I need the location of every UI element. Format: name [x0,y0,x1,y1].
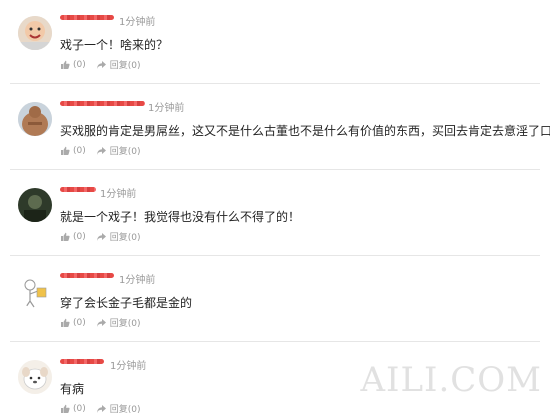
timestamp: 1分钟前 [100,189,137,200]
comment-text: 买戏服的肯定是男屌丝，这又不是什么古董也不是什么有价值的东西，买回去肯定去意淫了… [60,124,550,138]
reply-button[interactable]: 回复(0) [96,58,141,71]
avatar[interactable] [18,274,52,308]
reply-button[interactable]: 回复(0) [96,402,141,415]
divider [10,83,540,84]
like-count: (0) [73,145,86,156]
username[interactable] [60,99,145,110]
reply-label: 回复(0) [109,233,141,243]
site-watermark: AILI.COM [360,360,542,400]
timestamp: 1分钟前 [119,275,156,286]
redacted-username [60,13,114,23]
comment-actions: (0) 回复(0) [60,402,141,415]
comment-text: 戏子一个！啥来的？ [60,38,169,52]
like-count: (0) [73,59,86,70]
reply-arrow-icon [96,146,107,156]
comment-actions: (0) 回复(0) [60,58,141,71]
comment-text: 穿了会长金子毛都是金的 [60,296,193,310]
like-count: (0) [73,231,86,242]
timestamp: 1分钟前 [110,361,147,372]
username[interactable] [60,13,114,24]
redacted-username [60,271,114,281]
comment-item: 1分钟前 穿了会长金子毛都是金的 (0) 回复(0) [0,258,550,344]
thumbs-up-icon [60,318,70,328]
comment-item: 1分钟前 戏子一个！啥来的？ (0) 回复(0) [0,0,550,86]
avatar[interactable] [18,102,52,136]
reply-arrow-icon [96,318,107,328]
reply-label: 回复(0) [109,405,141,415]
reply-label: 回复(0) [109,319,141,329]
divider [10,255,540,256]
comment-item: 1分钟前 买戏服的肯定是男屌丝，这又不是什么古董也不是什么有价值的东西，买回去肯… [0,86,550,172]
reply-button[interactable]: 回复(0) [96,144,141,157]
like-count: (0) [73,317,86,328]
comment-actions: (0) 回复(0) [60,230,141,243]
like-button[interactable]: (0) [60,404,86,414]
like-count: (0) [73,403,86,414]
reply-button[interactable]: 回复(0) [96,316,141,329]
redacted-username [60,99,145,109]
comment-text: 就是一个戏子！我觉得也没有什么不得了的！ [60,210,301,224]
redacted-username [60,357,104,367]
reply-label: 回复(0) [109,61,141,71]
thumbs-up-icon [60,232,70,242]
username[interactable] [60,185,96,196]
comment-actions: (0) 回复(0) [60,316,141,329]
comment-item: 1分钟前 就是一个戏子！我觉得也没有什么不得了的！ (0) 回复(0) [0,172,550,258]
comment-text: 有病 [60,382,85,396]
thumbs-up-icon [60,404,70,414]
reply-arrow-icon [96,404,107,414]
like-button[interactable]: (0) [60,146,86,156]
avatar[interactable] [18,188,52,222]
comment-actions: (0) 回复(0) [60,144,141,157]
timestamp: 1分钟前 [148,103,185,114]
divider [10,169,540,170]
like-button[interactable]: (0) [60,232,86,242]
redacted-username [60,185,96,195]
avatar[interactable] [18,16,52,50]
thumbs-up-icon [60,146,70,156]
reply-label: 回复(0) [109,147,141,157]
like-button[interactable]: (0) [60,318,86,328]
reply-arrow-icon [96,232,107,242]
divider [10,341,540,342]
username[interactable] [60,357,104,368]
timestamp: 1分钟前 [119,17,156,28]
avatar[interactable] [18,360,52,394]
username[interactable] [60,271,114,282]
reply-arrow-icon [96,60,107,70]
comment-list-page: 1分钟前 戏子一个！啥来的？ (0) 回复(0) 1分钟前 买戏服的肯定是男屌丝… [0,0,550,418]
thumbs-up-icon [60,60,70,70]
reply-button[interactable]: 回复(0) [96,230,141,243]
like-button[interactable]: (0) [60,60,86,70]
